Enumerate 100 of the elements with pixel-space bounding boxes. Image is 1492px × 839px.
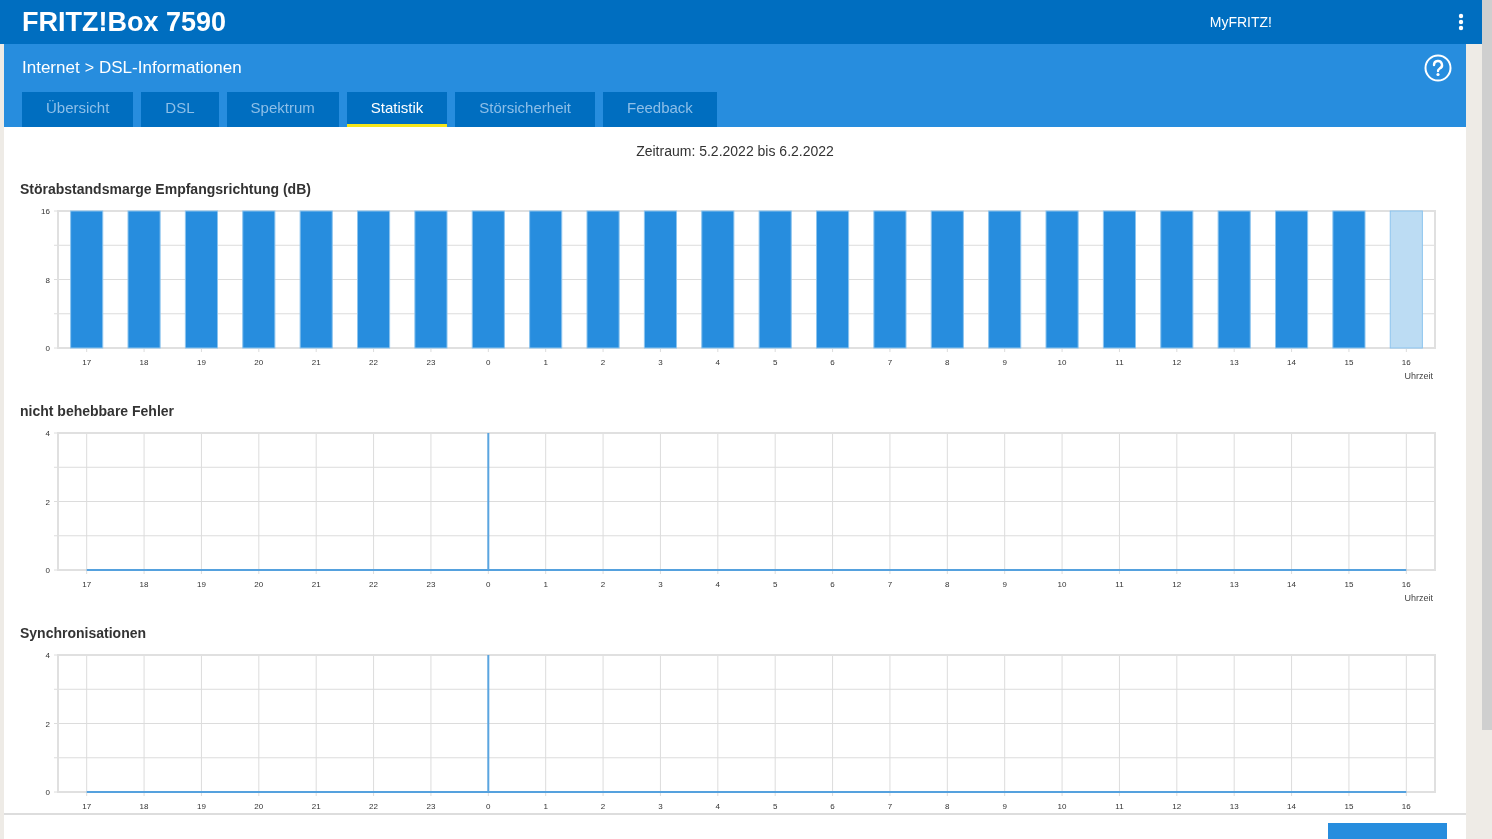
breadcrumb-link[interactable]: Internet <box>22 58 80 78</box>
axis-label: 9 <box>1002 580 1007 589</box>
axis-label: 22 <box>369 580 378 589</box>
axis-label: 19 <box>197 580 206 589</box>
axis-label: 18 <box>139 358 149 367</box>
axis-label: 13 <box>1229 358 1239 367</box>
axis-label: 23 <box>426 580 436 589</box>
axis-label: 4 <box>715 802 721 811</box>
axis-label: 16 <box>1401 580 1411 589</box>
axis-label: 6 <box>830 802 835 811</box>
axis-label: 19 <box>197 802 206 811</box>
tab[interactable]: Feedback <box>603 92 717 127</box>
axis-label: 4 <box>715 358 721 367</box>
axis-label: 4 <box>715 580 721 589</box>
axis-label: 3 <box>658 580 663 589</box>
axis-label: 8 <box>945 802 950 811</box>
axis-label: 9 <box>1002 802 1007 811</box>
axis-label: 16 <box>1401 358 1411 367</box>
axis-label: 2 <box>600 580 606 589</box>
axis-title: Uhrzeit <box>1404 371 1433 381</box>
axis-label: 1 <box>543 802 548 811</box>
axis-label: 18 <box>139 802 149 811</box>
axis-label: 5 <box>772 802 778 811</box>
axis-label: 23 <box>426 358 436 367</box>
axis-label: 8 <box>945 358 950 367</box>
axis-label: 2 <box>45 719 50 729</box>
axis-label: 13 <box>1229 802 1239 811</box>
axis-label: 7 <box>887 802 893 811</box>
axis-label: 0 <box>486 580 491 589</box>
axis-label: 22 <box>369 802 378 811</box>
axis-label: 4 <box>45 651 50 660</box>
myfritz-link[interactable]: MyFRITZ! <box>1209 14 1272 30</box>
axis-label: 21 <box>311 802 321 811</box>
axis-label: 8 <box>45 275 50 285</box>
breadcrumb-current: DSL-Informationen <box>99 58 242 78</box>
axis-label: 3 <box>658 802 663 811</box>
axis-label: 5 <box>772 580 778 589</box>
axis-label: 6 <box>830 580 835 589</box>
axis-label: 11 <box>1115 802 1124 811</box>
axis-label: 0 <box>486 802 491 811</box>
axis-label: 17 <box>82 580 92 589</box>
axis-label: 8 <box>945 580 950 589</box>
axis-label: 12 <box>1172 802 1182 811</box>
axis-label: 15 <box>1344 802 1354 811</box>
axis-label: 0 <box>45 566 50 575</box>
chart-title: Störabstandsmarge Empfangsrichtung (dB) <box>20 181 312 197</box>
axis-label: 18 <box>139 580 149 589</box>
axis-label: 17 <box>82 358 92 367</box>
chart-title: Synchronisationen <box>20 625 148 641</box>
axis-label: 22 <box>369 358 378 367</box>
tab[interactable]: Spektrum <box>226 92 339 127</box>
axis-label: 14 <box>1287 802 1296 811</box>
axis-label: 3 <box>658 358 663 367</box>
axis-label: 21 <box>311 580 321 589</box>
axis-label: 13 <box>1229 580 1239 589</box>
tab[interactable]: DSL <box>141 92 219 127</box>
axis-label: 19 <box>197 358 206 367</box>
axis-label: 1 <box>543 580 548 589</box>
axis-label: 2 <box>45 497 50 507</box>
axis-label: 12 <box>1172 358 1182 367</box>
chart-title: nicht behebbare Fehler <box>20 403 176 419</box>
axis-label: 5 <box>772 358 778 367</box>
axis-label: 10 <box>1057 358 1067 367</box>
breadcrumb-separator: > <box>84 59 94 77</box>
axis-label: 20 <box>254 802 264 811</box>
axis-label: 7 <box>887 358 893 367</box>
axis-label: 6 <box>830 358 835 367</box>
axis-label: 10 <box>1057 802 1067 811</box>
axis-label: 4 <box>45 429 50 438</box>
axis-label: 15 <box>1344 580 1354 589</box>
axis-label: 23 <box>426 802 436 811</box>
axis-label: 20 <box>254 358 264 367</box>
axis-label: 0 <box>486 358 491 367</box>
help-icon[interactable] <box>1424 54 1452 82</box>
axis-label: 7 <box>887 580 893 589</box>
axis-label: 11 <box>1115 358 1124 367</box>
tab[interactable]: Statistik <box>346 92 448 127</box>
product-title: FRITZ!Box 7590 <box>22 6 227 38</box>
axis-label: 15 <box>1344 358 1354 367</box>
axis-label: 2 <box>600 802 606 811</box>
tab[interactable]: Störsicherheit <box>455 92 595 127</box>
axis-label: 14 <box>1287 358 1296 367</box>
axis-label: 9 <box>1002 358 1007 367</box>
scrollbar[interactable] <box>1482 0 1492 730</box>
axis-label: 0 <box>45 344 50 353</box>
period-text: Zeitraum: 5.2.2022 bis 6.2.2022 <box>635 143 835 159</box>
axis-label: 17 <box>82 802 92 811</box>
axis-label: 10 <box>1057 580 1067 589</box>
axis-label: 12 <box>1172 580 1182 589</box>
axis-label: 16 <box>41 207 50 216</box>
axis-label: 2 <box>600 358 606 367</box>
tab[interactable]: Übersicht <box>22 92 134 127</box>
menu-icon[interactable] <box>1458 13 1464 31</box>
axis-label: 1 <box>543 358 548 367</box>
axis-label: 21 <box>311 358 321 367</box>
axis-label: 0 <box>45 788 50 797</box>
axis-label: 20 <box>254 580 264 589</box>
axis-label: 16 <box>1401 802 1411 811</box>
axis-label: 14 <box>1287 580 1296 589</box>
axis-title: Uhrzeit <box>1404 593 1433 603</box>
